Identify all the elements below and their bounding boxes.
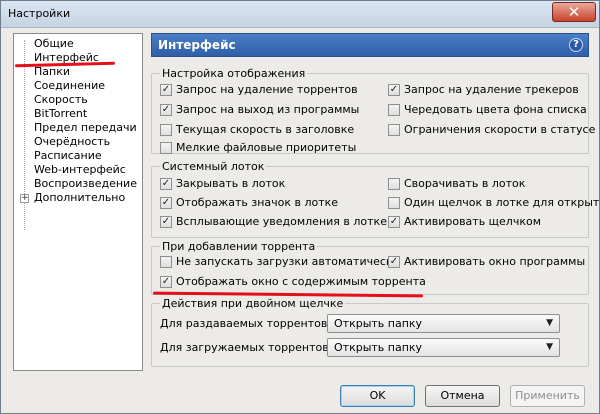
tree-item-transfer-cap[interactable]: Предел передачи: [34, 121, 137, 135]
settings-window: Настройки ✕ Общие Интерфейс Папки Соедин…: [0, 0, 600, 414]
fine-file-priorities-checkbox[interactable]: Мелкие файловые приоритеты: [160, 141, 356, 155]
show-tray-icon-checkbox[interactable]: ✓ Отображать значок в лотке: [160, 196, 338, 210]
checkbox-label: Ограничения скорости в статусе: [404, 123, 596, 136]
tree-item-web-ui[interactable]: Web-интерфейс: [34, 163, 126, 177]
checkbox-label: Запрос на выход из программы: [176, 103, 360, 116]
downloading-action-value: Открыть папку: [334, 341, 423, 354]
checkbox-label: Текущая скорость в заголовке: [176, 123, 355, 136]
alternate-list-colors-checkbox[interactable]: Чередовать цвета фона списка: [388, 103, 587, 117]
tree-item-bittorrent[interactable]: BitTorrent: [34, 107, 87, 121]
window-title: Настройки: [8, 7, 71, 20]
tray-group-title: Системный лоток: [160, 160, 267, 173]
display-group-title: Настройка отображения: [160, 67, 308, 80]
checkbox-label: Сворачивать в лоток: [404, 177, 526, 190]
tree-item-speed[interactable]: Скорость: [34, 93, 88, 107]
speed-limits-in-status-checkbox[interactable]: Ограничения скорости в статусе: [388, 123, 595, 137]
checkbox-box: ✓: [160, 178, 172, 190]
checkbox-label: Не запускать загрузки автоматически: [176, 255, 400, 268]
checkbox-label: Отображать окно с содержимым торрента: [176, 275, 426, 288]
confirm-delete-torrents-checkbox[interactable]: ✓ Запрос на удаление торрентов: [160, 83, 358, 97]
checkbox-label: Запрос на удаление трекеров: [404, 83, 579, 96]
checkbox-box: [388, 104, 400, 116]
close-button[interactable]: ✕: [552, 2, 596, 22]
checkbox-box: [388, 178, 400, 190]
panel-header: Интерфейс ?: [151, 33, 589, 57]
cancel-button[interactable]: Отмена: [425, 385, 500, 407]
settings-tree: Общие Интерфейс Папки Соединение Скорост…: [13, 33, 143, 371]
panel-title: Интерфейс: [158, 38, 236, 52]
checkbox-box: ✓: [388, 256, 400, 268]
display-settings-group: Настройка отображения ✓ Запрос на удалени…: [151, 67, 595, 155]
tree-item-queueing[interactable]: Очерёдность: [34, 135, 110, 149]
double-click-group: Действия при двойном щелчке Для раздавае…: [151, 297, 589, 367]
ok-button[interactable]: OK: [340, 385, 415, 407]
dblclick-group-title: Действия при двойном щелчке: [160, 297, 346, 310]
tree-item-advanced[interactable]: Дополнительно: [34, 191, 125, 205]
help-icon[interactable]: ?: [569, 38, 583, 52]
seeding-action-value: Открыть папку: [334, 317, 423, 330]
checkbox-box: ✓: [388, 216, 400, 228]
add-torrent-group: При добавлении торрента Не запускать заг…: [151, 240, 589, 295]
checkbox-label: Один щелчок в лотке для открыти: [404, 196, 600, 209]
system-tray-group: Системный лоток ✓ Закрывать в лоток Свора…: [151, 160, 600, 238]
checkbox-label: Запрос на удаление торрентов: [176, 83, 358, 96]
speed-in-title-checkbox[interactable]: Текущая скорость в заголовке: [160, 123, 354, 137]
checkbox-box: ✓: [160, 216, 172, 228]
chevron-down-icon: ▼: [546, 318, 553, 328]
tray-balloon-notifications-checkbox[interactable]: ✓ Всплывающие уведомления в лотке: [160, 215, 387, 229]
downloading-action-select[interactable]: Открыть папку ▼: [327, 338, 560, 357]
checkbox-label: Всплывающие уведомления в лотке: [176, 215, 387, 228]
checkbox-box: [160, 256, 172, 268]
minimize-to-tray-checkbox[interactable]: Сворачивать в лоток: [388, 177, 525, 191]
activate-on-click-checkbox[interactable]: ✓ Активировать щелчком: [388, 215, 541, 229]
activate-window-checkbox[interactable]: ✓ Активировать окно программы: [388, 255, 585, 269]
single-click-tray-checkbox[interactable]: Один щелчок в лотке для открыти: [388, 196, 600, 210]
seeding-action-select[interactable]: Открыть папку ▼: [327, 314, 560, 333]
close-to-tray-checkbox[interactable]: ✓ Закрывать в лоток: [160, 177, 285, 191]
checkbox-box: [160, 142, 172, 154]
title-bar: Настройки ✕: [1, 1, 599, 28]
tree-item-scheduler[interactable]: Расписание: [34, 149, 102, 163]
checkbox-box: ✓: [160, 84, 172, 96]
checkbox-label: Закрывать в лоток: [176, 177, 286, 190]
tree-item-connection[interactable]: Соединение: [34, 79, 105, 93]
checkbox-box: ✓: [160, 197, 172, 209]
chevron-down-icon: ▼: [546, 342, 553, 352]
checkbox-box: [388, 197, 400, 209]
checkbox-box: [388, 124, 400, 136]
seeding-action-label: Для раздаваемых торрентов:: [160, 317, 332, 330]
tree-item-general[interactable]: Общие: [34, 37, 74, 51]
tree-item-folders[interactable]: Папки: [34, 65, 70, 79]
apply-button[interactable]: Применить: [510, 385, 585, 407]
add-group-title: При добавлении торрента: [160, 240, 318, 253]
interface-panel: Интерфейс ? Настройка отображения ✓ Запро…: [151, 33, 600, 371]
checkbox-box: [160, 124, 172, 136]
checkbox-label: Активировать окно программы: [404, 255, 586, 268]
tree-item-playback[interactable]: Воспроизведение: [34, 177, 137, 191]
checkbox-label: Чередовать цвета фона списка: [404, 103, 587, 116]
confirm-exit-checkbox[interactable]: ✓ Запрос на выход из программы: [160, 103, 359, 117]
checkbox-label: Активировать щелчком: [404, 215, 542, 228]
downloading-action-label: Для загружаемых торрентов:: [160, 341, 333, 354]
dont-autostart-checkbox[interactable]: Не запускать загрузки автоматически: [160, 255, 400, 269]
checkbox-label: Мелкие файловые приоритеты: [176, 141, 357, 154]
checkbox-box: ✓: [160, 276, 172, 288]
checkbox-label: Отображать значок в лотке: [176, 196, 339, 209]
checkbox-box: ✓: [388, 84, 400, 96]
confirm-delete-trackers-checkbox[interactable]: ✓ Запрос на удаление трекеров: [388, 83, 579, 97]
tree-expand-icon[interactable]: +: [20, 194, 29, 203]
checkbox-box: ✓: [160, 104, 172, 116]
show-torrent-contents-checkbox[interactable]: ✓ Отображать окно с содержимым торрента: [160, 275, 426, 289]
